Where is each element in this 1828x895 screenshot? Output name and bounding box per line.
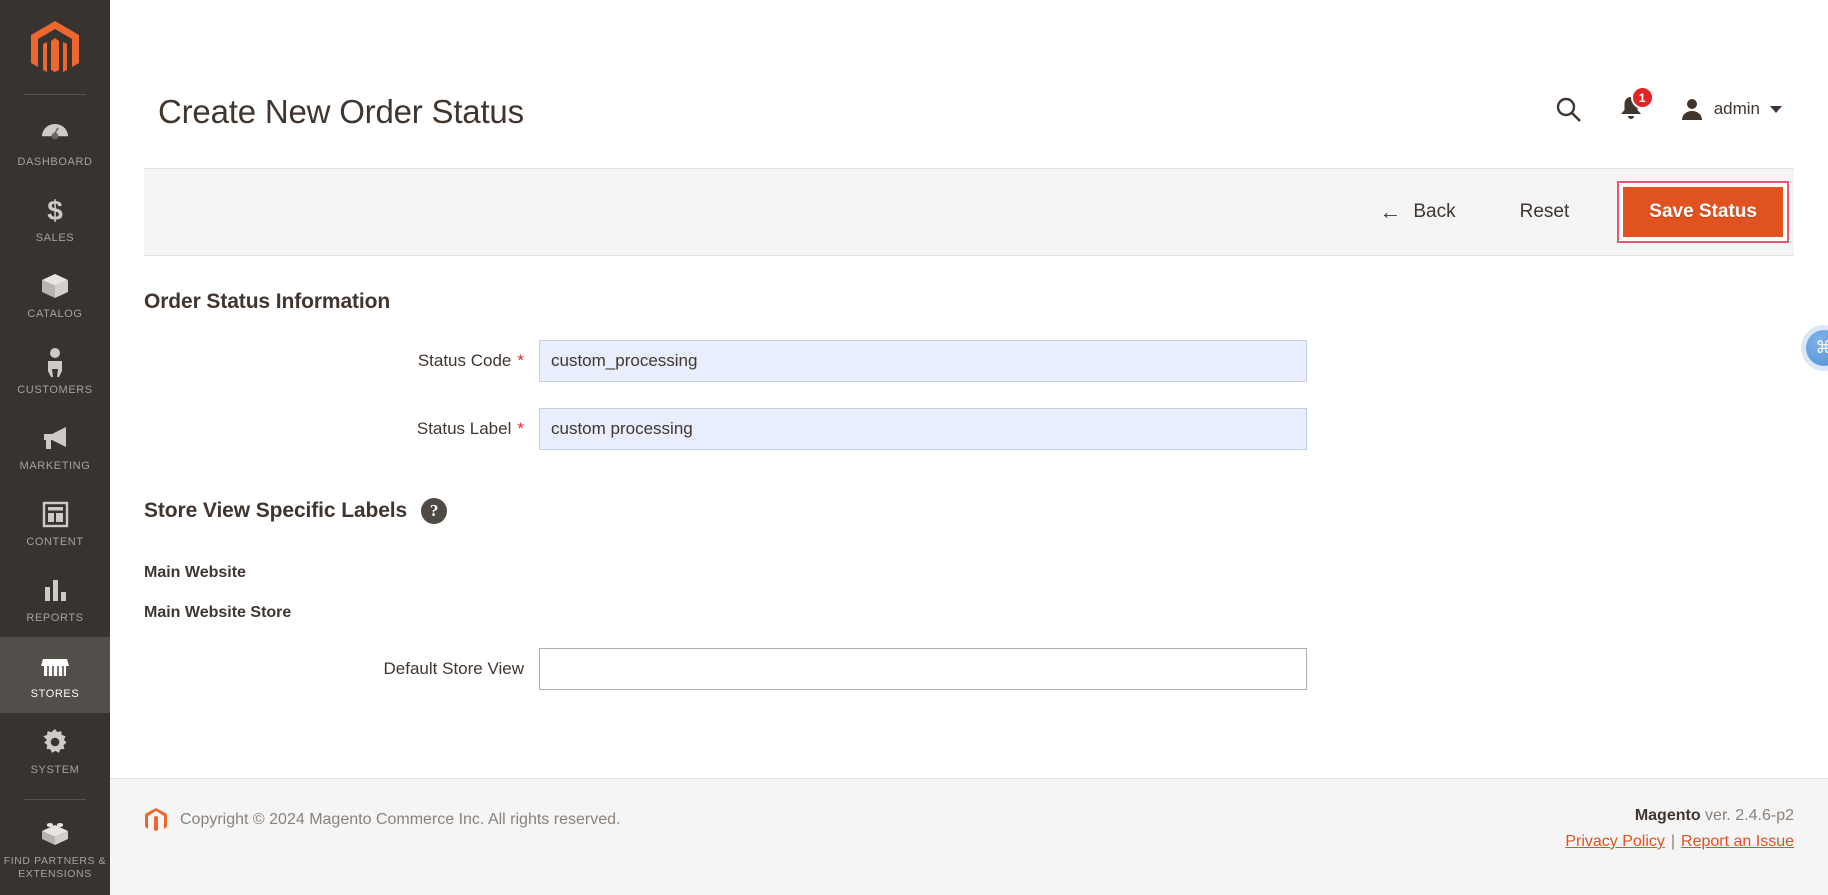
store-view-specific-labels-heading-row: Store View Specific Labels ?: [144, 450, 1794, 524]
notification-badge: 1: [1630, 86, 1654, 109]
required-marker: *: [517, 419, 524, 438]
bell-icon[interactable]: 1: [1618, 86, 1654, 123]
search-icon[interactable]: [1554, 95, 1582, 123]
footer-version-links: Magento ver. 2.4.6-p2 Privacy Policy | Rep…: [1565, 807, 1794, 851]
question-mark-icon[interactable]: ?: [421, 498, 448, 524]
sidebar-item-label: FIND PARTNERS & EXTENSIONS: [3, 855, 107, 880]
copyright-text: Copyright © 2024 Magento Commerce Inc. A…: [180, 811, 621, 828]
sidebar-item-customers[interactable]: CUSTOMERS: [0, 333, 110, 409]
website-name-label: Main Website: [144, 564, 246, 581]
page-footer: Copyright © 2024 Magento Commerce Inc. A…: [110, 778, 1828, 895]
sidebar-item-find-partners-extensions[interactable]: FIND PARTNERS & EXTENSIONS: [0, 804, 110, 893]
chevron-down-icon: [1770, 105, 1782, 113]
default-store-view-label: Default Store View: [383, 659, 524, 678]
sidebar-item-content[interactable]: CONTENT: [0, 485, 110, 561]
sidebar-item-marketing[interactable]: MARKETING: [0, 409, 110, 485]
status-label-row: Status Label *: [144, 408, 1794, 450]
find-partners-icon: [40, 818, 70, 848]
sales-icon: $: [42, 195, 68, 225]
version-number: ver. 2.4.6-p2: [1700, 807, 1794, 824]
page-header: Create New Order Status 1 admin: [110, 0, 1828, 168]
arrow-left-icon: ←: [1379, 199, 1402, 224]
sidebar-item-label: SALES: [35, 232, 75, 244]
store-group-name-label: Main Website Store: [144, 604, 292, 621]
save-status-button[interactable]: Save Status: [1623, 187, 1783, 237]
reset-button[interactable]: Reset: [1498, 191, 1592, 233]
catalog-icon: [40, 271, 70, 301]
sidebar-divider-bottom: [24, 799, 86, 800]
link-separator: |: [1670, 833, 1676, 850]
footer-copyright: Copyright © 2024 Magento Commerce Inc. A…: [144, 807, 620, 833]
status-label-input[interactable]: [539, 408, 1307, 450]
sidebar-item-catalog[interactable]: CATALOG: [0, 257, 110, 333]
user-menu[interactable]: admin: [1680, 97, 1782, 121]
brand-name: Magento: [1634, 807, 1701, 824]
back-button-label: Back: [1413, 201, 1456, 222]
header-actions: 1 admin: [1554, 86, 1782, 129]
sidebar-item-label: CATALOG: [27, 308, 83, 320]
stores-icon: [40, 651, 70, 681]
magento-mark-icon: [145, 808, 167, 831]
customers-icon: [44, 347, 66, 377]
system-icon: [41, 727, 69, 757]
sidebar-divider-top: [24, 94, 86, 95]
required-marker: *: [517, 351, 524, 370]
reports-icon: [42, 575, 69, 605]
sidebar-item-dashboard[interactable]: DASHBOARD: [0, 105, 110, 181]
report-issue-link[interactable]: Report an Issue: [1681, 833, 1794, 850]
magento-logo-icon: [31, 21, 79, 72]
page-title: Create New Order Status: [158, 93, 524, 130]
svg-text:$: $: [47, 195, 63, 225]
sidebar-item-sales[interactable]: $ SALES: [0, 181, 110, 257]
default-store-view-input[interactable]: [539, 648, 1307, 690]
marketing-icon: [40, 423, 70, 453]
user-name-label: admin: [1713, 99, 1760, 118]
sidebar-item-system[interactable]: SYSTEM: [0, 713, 110, 789]
order-status-information-heading: Order Status Information: [144, 290, 391, 313]
sidebar-item-label: SYSTEM: [30, 764, 80, 776]
magento-admin-page: DASHBOARD $ SALES CATALOG CUSTOMERS MARK…: [0, 0, 1828, 895]
sidebar-item-label: CUSTOMERS: [17, 384, 93, 396]
reset-button-label: Reset: [1519, 201, 1570, 222]
sidebar-item-reports[interactable]: REPORTS: [0, 561, 110, 637]
content-icon: [42, 499, 69, 529]
main-content: Create New Order Status 1 admin ← Back R…: [110, 0, 1828, 895]
privacy-policy-link[interactable]: Privacy Policy: [1565, 833, 1665, 850]
user-avatar-icon: [1681, 99, 1702, 120]
sidebar-item-stores[interactable]: STORES: [0, 637, 110, 713]
footer-links: Privacy Policy | Report an Issue: [1565, 833, 1794, 851]
magento-logo[interactable]: [0, 14, 110, 92]
default-store-view-row: Default Store View: [144, 648, 1794, 690]
status-code-input[interactable]: [539, 340, 1307, 382]
version-text: Magento ver. 2.4.6-p2: [1565, 807, 1794, 825]
save-status-focus-ring: Save Status: [1617, 181, 1789, 243]
form-content: Order Status Information Status Code* St…: [110, 256, 1828, 778]
back-button[interactable]: ← Back: [1363, 191, 1471, 233]
status-label-label: Status Label *: [416, 419, 524, 438]
sidebar-item-label: REPORTS: [26, 612, 84, 624]
status-code-row: Status Code *: [144, 340, 1794, 382]
sidebar-item-label: MARKETING: [19, 460, 91, 472]
store-view-specific-labels-heading: Store View Specific Labels: [144, 499, 408, 522]
dashboard-icon: [40, 119, 70, 149]
admin-sidebar: DASHBOARD $ SALES CATALOG CUSTOMERS MARK…: [0, 0, 110, 895]
page-actions-toolbar: ← Back Reset Save Status: [144, 168, 1794, 256]
sidebar-item-label: DASHBOARD: [17, 156, 93, 168]
sidebar-item-label: CONTENT: [26, 536, 84, 548]
status-code-label: Status Code *: [417, 351, 524, 370]
sidebar-item-label: STORES: [30, 688, 80, 700]
